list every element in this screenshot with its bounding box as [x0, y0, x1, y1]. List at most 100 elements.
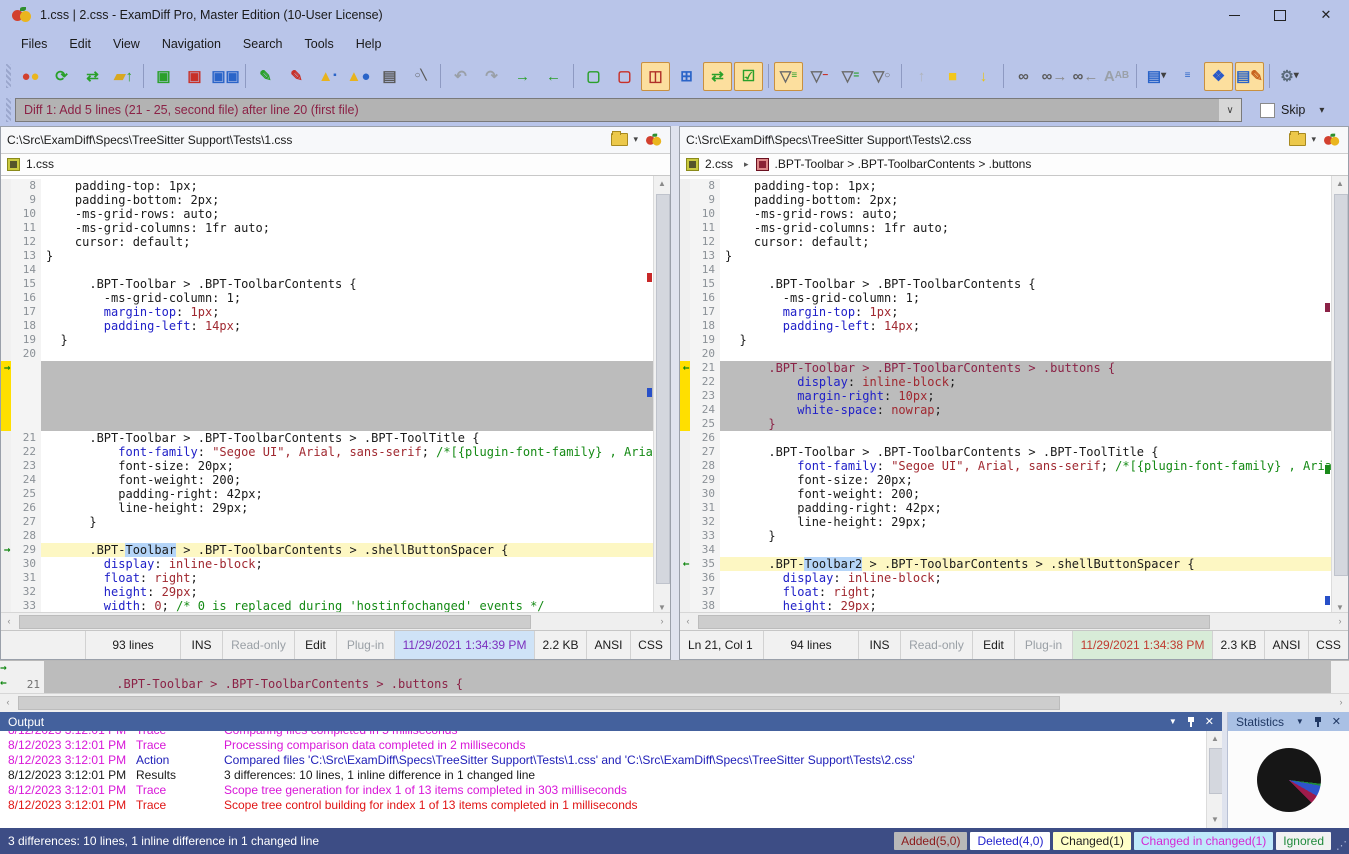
skip-checkbox[interactable]: [1260, 103, 1275, 118]
show-second-pane-icon[interactable]: ▢: [610, 62, 639, 91]
magnifier-icon[interactable]: ○╲: [406, 62, 435, 91]
snapshot-first-icon[interactable]: ▲▪: [313, 62, 342, 91]
output-scrollbar[interactable]: ▲ ▼: [1206, 731, 1222, 828]
scroll-right-icon[interactable]: ›: [654, 613, 670, 629]
breadcrumb-item[interactable]: .BPT-Toolbar > .BPT-ToolbarContents > .b…: [775, 157, 1032, 171]
current-diff-hscroll-thumb[interactable]: [18, 696, 1060, 710]
save-both-icon[interactable]: ▣▣: [211, 62, 240, 91]
breadcrumb-item[interactable]: 2.css: [705, 157, 733, 171]
code-text: [720, 263, 1331, 277]
scroll-up-icon[interactable]: ▲: [1332, 176, 1348, 192]
resize-grip-icon[interactable]: ⋰: [1336, 839, 1347, 852]
chevron-down-icon[interactable]: ▼: [1169, 717, 1177, 726]
open-file-icon[interactable]: [611, 133, 628, 146]
right-file-path[interactable]: C:\Src\ExamDiff\Specs\TreeSitter Support…: [686, 133, 1289, 147]
scroll-up-icon[interactable]: ▲: [1207, 731, 1223, 747]
output-scroll-thumb[interactable]: [1209, 748, 1223, 794]
edit-second-icon[interactable]: ✎: [282, 62, 311, 91]
auto-recompare-icon[interactable]: ☑: [734, 62, 763, 91]
recompare-icon[interactable]: ⟳: [47, 62, 76, 91]
breadcrumb-item[interactable]: 1.css: [26, 157, 54, 171]
scroll-left-icon[interactable]: ‹: [1, 613, 17, 629]
filter-matches-icon[interactable]: ▽○: [867, 62, 896, 91]
show-first-pane-icon[interactable]: ▢: [579, 62, 608, 91]
maximize-button[interactable]: [1257, 0, 1303, 30]
statistics-header[interactable]: Statistics ▼ ✕: [1228, 712, 1349, 731]
edit-first-icon[interactable]: ✎: [251, 62, 280, 91]
menu-search[interactable]: Search: [232, 33, 294, 55]
menu-tools[interactable]: Tools: [294, 33, 345, 55]
menu-view[interactable]: View: [102, 33, 151, 55]
chevron-down-icon[interactable]: ▾: [633, 134, 638, 145]
left-hscroll-thumb[interactable]: [19, 615, 531, 629]
scroll-down-icon[interactable]: ▼: [1332, 600, 1348, 613]
filter-added-icon[interactable]: ▽=: [836, 62, 865, 91]
right-vertical-scrollbar[interactable]: ▲ ▼: [1331, 176, 1348, 613]
menu-help[interactable]: Help: [345, 33, 393, 55]
output-log[interactable]: 8/12/2023 3:12:01 PMTraceComparing files…: [0, 731, 1206, 828]
right-horizontal-scrollbar[interactable]: ‹ ›: [680, 612, 1348, 630]
comparison-details-icon[interactable]: ▤▾: [1142, 62, 1171, 91]
right-vscroll-thumb[interactable]: [1334, 194, 1348, 576]
find-next-icon[interactable]: ∞→: [1040, 62, 1069, 91]
left-horizontal-scrollbar[interactable]: ‹ ›: [1, 612, 670, 630]
scroll-down-icon[interactable]: ▼: [654, 600, 670, 613]
panel-splitter[interactable]: [671, 126, 679, 660]
close-button[interactable]: ✕: [1303, 0, 1349, 30]
save-first-icon[interactable]: ▣: [149, 62, 178, 91]
output-header[interactable]: Output ▼ ✕: [0, 712, 1222, 731]
toolbar-grip[interactable]: [6, 64, 11, 88]
snapshot-second-icon[interactable]: ▲●: [344, 62, 373, 91]
compare-files-icon[interactable]: ●●: [16, 62, 45, 91]
plugins-icon[interactable]: ❖: [1204, 62, 1233, 91]
line-details-icon[interactable]: ≡: [1173, 62, 1202, 91]
scroll-up-icon[interactable]: ▲: [654, 176, 670, 192]
copy-block-right-icon[interactable]: →: [508, 62, 537, 91]
scroll-right-icon[interactable]: ›: [1332, 613, 1348, 629]
current-diff-icon[interactable]: ■: [938, 62, 967, 91]
menu-edit[interactable]: Edit: [58, 33, 102, 55]
swap-panes-icon[interactable]: ⇄: [78, 62, 107, 91]
print-icon[interactable]: ▤: [375, 62, 404, 91]
close-icon[interactable]: ✕: [1205, 715, 1214, 728]
compare-icon[interactable]: [646, 133, 662, 146]
scroll-right-icon[interactable]: ›: [1333, 694, 1349, 710]
save-second-icon[interactable]: ▣: [180, 62, 209, 91]
split-view-icon[interactable]: ◫: [641, 62, 670, 91]
scroll-left-icon[interactable]: ‹: [0, 694, 16, 710]
sync-scrolling-icon[interactable]: ⇄: [703, 62, 732, 91]
options-icon[interactable]: ⚙▾: [1275, 62, 1304, 91]
right-code-area[interactable]: 8 padding-top: 1px;9 padding-bottom: 2px…: [680, 176, 1348, 613]
diff-selector-combo[interactable]: Diff 1: Add 5 lines (21 - 25, second fil…: [15, 98, 1242, 122]
compare-icon[interactable]: [1324, 133, 1340, 146]
pin-icon[interactable]: [1314, 717, 1322, 727]
minimize-button[interactable]: [1211, 0, 1257, 30]
close-icon[interactable]: ✕: [1332, 715, 1341, 728]
find-icon[interactable]: ∞: [1009, 62, 1038, 91]
chevron-down-icon[interactable]: ▾: [1311, 134, 1316, 145]
left-vertical-scrollbar[interactable]: ▲ ▼: [653, 176, 670, 613]
left-code-area[interactable]: 8 padding-top: 1px;9 padding-bottom: 2px…: [1, 176, 670, 613]
right-hscroll-thumb[interactable]: [698, 615, 1210, 629]
menu-files[interactable]: Files: [10, 33, 58, 55]
filter-all-diffs-icon[interactable]: ▽≡: [774, 62, 803, 91]
grid-view-icon[interactable]: ⊞: [672, 62, 701, 91]
left-vscroll-thumb[interactable]: [656, 194, 670, 584]
current-diff-hscrollbar[interactable]: ‹ ›: [0, 693, 1349, 712]
find-prev-icon[interactable]: ∞←: [1071, 62, 1100, 91]
toolbar-overflow-icon[interactable]: ▾: [1319, 105, 1324, 116]
next-diff-icon[interactable]: ↓: [969, 62, 998, 91]
chevron-down-icon[interactable]: ∨: [1219, 99, 1241, 121]
filter-deleted-icon[interactable]: ▽−: [805, 62, 834, 91]
chevron-down-icon[interactable]: ▼: [1296, 717, 1304, 726]
plugin-editor-icon[interactable]: ▤✎: [1235, 62, 1264, 91]
pin-icon[interactable]: [1187, 717, 1195, 727]
copy-block-left-icon[interactable]: ←: [539, 62, 568, 91]
menu-navigation[interactable]: Navigation: [151, 33, 232, 55]
open-file-icon[interactable]: [1289, 133, 1306, 146]
open-files-icon[interactable]: ▰↑: [109, 62, 138, 91]
scroll-down-icon[interactable]: ▼: [1207, 812, 1223, 828]
diffbar-grip[interactable]: [6, 98, 11, 122]
scroll-left-icon[interactable]: ‹: [680, 613, 696, 629]
left-file-path[interactable]: C:\Src\ExamDiff\Specs\TreeSitter Support…: [7, 133, 611, 147]
